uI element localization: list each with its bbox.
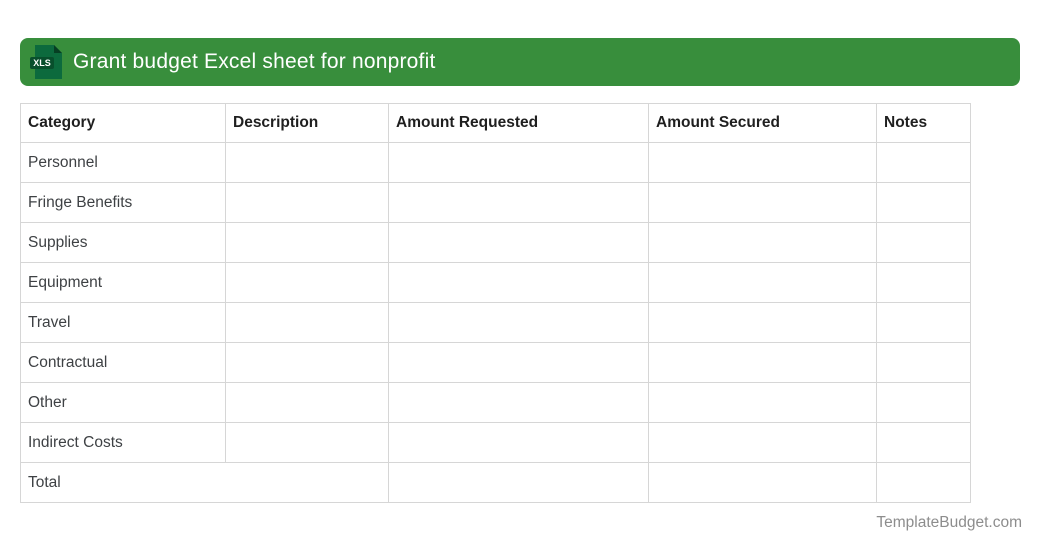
site-credit: TemplateBudget.com bbox=[876, 514, 1022, 531]
empty-cell bbox=[648, 182, 877, 223]
empty-cell bbox=[648, 142, 877, 183]
table-row: Travel bbox=[20, 302, 971, 343]
category-cell: Indirect Costs bbox=[20, 422, 226, 463]
header-row: Category Description Amount Requested Am… bbox=[20, 103, 971, 143]
table-row: Fringe Benefits bbox=[20, 182, 971, 223]
empty-cell bbox=[876, 342, 971, 383]
empty-cell bbox=[388, 422, 649, 463]
empty-cell bbox=[648, 342, 877, 383]
empty-cell bbox=[388, 302, 649, 343]
empty-cell bbox=[225, 182, 389, 223]
empty-cell bbox=[876, 382, 971, 423]
table-row: Indirect Costs bbox=[20, 422, 971, 463]
empty-cell bbox=[225, 262, 389, 303]
empty-cell bbox=[225, 382, 389, 423]
column-header-amount-secured: Amount Secured bbox=[648, 103, 877, 143]
page-title: Grant budget Excel sheet for nonprofit bbox=[73, 50, 436, 73]
empty-cell bbox=[648, 422, 877, 463]
table-row: Supplies bbox=[20, 222, 971, 263]
column-header-notes: Notes bbox=[876, 103, 971, 143]
empty-cell bbox=[388, 222, 649, 263]
empty-cell bbox=[388, 142, 649, 183]
empty-cell bbox=[648, 382, 877, 423]
template-banner: XLS Grant budget Excel sheet for nonprof… bbox=[20, 38, 1020, 86]
category-cell: Equipment bbox=[20, 262, 226, 303]
empty-cell bbox=[225, 302, 389, 343]
empty-cell bbox=[225, 142, 389, 183]
category-cell: Travel bbox=[20, 302, 226, 343]
page: XLS Grant budget Excel sheet for nonprof… bbox=[0, 0, 1040, 560]
column-header-category: Category bbox=[20, 103, 226, 143]
table-row: Equipment bbox=[20, 262, 971, 303]
category-cell: Supplies bbox=[20, 222, 226, 263]
empty-cell bbox=[225, 342, 389, 383]
total-row: Total bbox=[20, 462, 971, 503]
empty-cell bbox=[876, 262, 971, 303]
empty-cell bbox=[876, 222, 971, 263]
empty-cell bbox=[388, 262, 649, 303]
category-cell: Fringe Benefits bbox=[20, 182, 226, 223]
xls-icon-label: XLS bbox=[33, 58, 51, 68]
xls-file-icon: XLS bbox=[30, 45, 62, 79]
table-row: Other bbox=[20, 382, 971, 423]
empty-cell bbox=[388, 382, 649, 423]
category-cell: Personnel bbox=[20, 142, 226, 183]
empty-cell bbox=[388, 462, 649, 503]
table-row: Contractual bbox=[20, 342, 971, 383]
column-header-description: Description bbox=[225, 103, 389, 143]
empty-cell bbox=[648, 222, 877, 263]
empty-cell bbox=[876, 302, 971, 343]
total-label-cell: Total bbox=[20, 462, 389, 503]
empty-cell bbox=[876, 142, 971, 183]
empty-cell bbox=[648, 462, 877, 503]
table-row: Personnel bbox=[20, 142, 971, 183]
budget-table: Category Description Amount Requested Am… bbox=[20, 103, 971, 503]
empty-cell bbox=[876, 462, 971, 503]
empty-cell bbox=[225, 222, 389, 263]
column-header-amount-requested: Amount Requested bbox=[388, 103, 649, 143]
empty-cell bbox=[876, 422, 971, 463]
empty-cell bbox=[388, 182, 649, 223]
empty-cell bbox=[648, 262, 877, 303]
empty-cell bbox=[876, 182, 971, 223]
empty-cell bbox=[388, 342, 649, 383]
category-cell: Other bbox=[20, 382, 226, 423]
empty-cell bbox=[225, 422, 389, 463]
category-cell: Contractual bbox=[20, 342, 226, 383]
empty-cell bbox=[648, 302, 877, 343]
